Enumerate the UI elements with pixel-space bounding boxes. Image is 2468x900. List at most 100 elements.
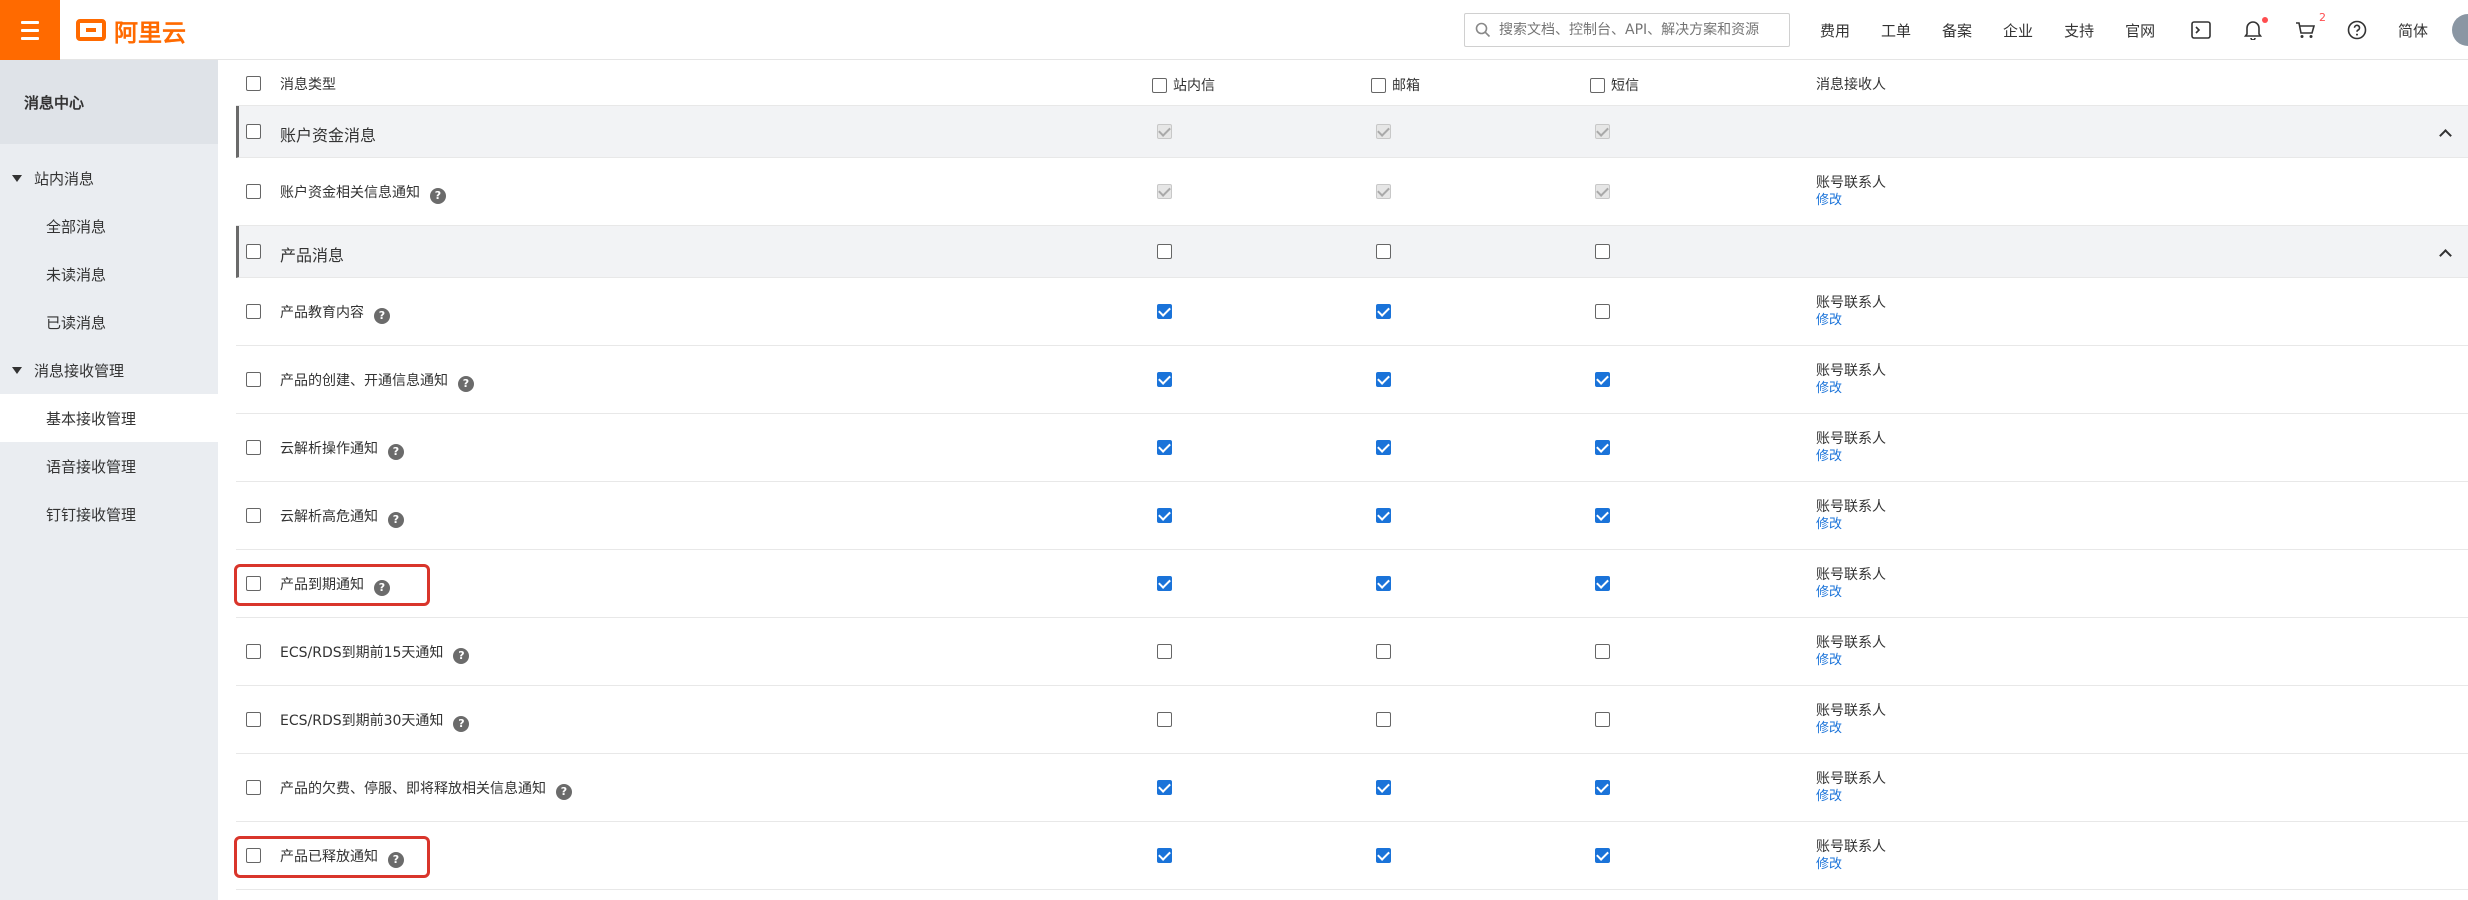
caret-down-icon <box>12 174 22 182</box>
row-select-checkbox[interactable] <box>246 304 261 319</box>
terminal-icon[interactable] <box>2190 19 2212 41</box>
sms-checkbox[interactable] <box>1595 304 1610 319</box>
sidebar-item-read[interactable]: 已读消息 <box>0 298 218 346</box>
search-input[interactable] <box>1499 22 1779 38</box>
sms-checkbox[interactable] <box>1595 508 1610 523</box>
sidebar-group-receive-settings[interactable]: 消息接收管理 <box>0 346 218 394</box>
help-icon[interactable]: ? <box>556 784 572 800</box>
edit-recipient-link[interactable]: 修改 <box>1816 856 1886 874</box>
notification-dot <box>2262 17 2268 23</box>
inbox-checkbox[interactable] <box>1157 576 1172 591</box>
message-type-label: 云解析高危通知? <box>280 506 404 528</box>
message-type-label: 云解析操作通知? <box>280 438 404 460</box>
inbox-checkbox[interactable] <box>1157 244 1172 259</box>
edit-recipient-link[interactable]: 修改 <box>1816 516 1886 534</box>
mail-checkbox[interactable] <box>1376 244 1391 259</box>
sms-all-checkbox[interactable] <box>1590 77 1605 93</box>
language-switch[interactable]: 简体 <box>2398 20 2428 41</box>
mail-checkbox[interactable] <box>1376 712 1391 727</box>
mail-checkbox[interactable] <box>1376 848 1391 863</box>
inbox-checkbox[interactable] <box>1157 372 1172 387</box>
aliyun-logo[interactable]: 阿里云 <box>76 14 186 47</box>
sms-checkbox[interactable] <box>1595 576 1610 591</box>
chevron-up-icon[interactable] <box>2440 128 2450 138</box>
sms-checkbox[interactable] <box>1595 440 1610 455</box>
row-select-checkbox[interactable] <box>246 712 261 727</box>
message-type-label: 产品教育内容? <box>280 302 390 324</box>
sms-checkbox[interactable] <box>1595 712 1610 727</box>
row-select-checkbox[interactable] <box>246 184 261 199</box>
sidebar-item-unread[interactable]: 未读消息 <box>0 250 218 298</box>
row-select-checkbox[interactable] <box>246 644 261 659</box>
inbox-checkbox[interactable] <box>1157 508 1172 523</box>
cart-icon[interactable]: 2 <box>2294 11 2326 41</box>
help-icon[interactable]: ? <box>453 716 470 732</box>
row-select-checkbox[interactable] <box>246 440 261 455</box>
sidebar-item-voice-receive[interactable]: 语音接收管理 <box>0 442 218 490</box>
sidebar-item-all-messages[interactable]: 全部消息 <box>0 202 218 250</box>
help-icon[interactable]: ? <box>388 512 404 528</box>
inbox-checkbox[interactable] <box>1157 712 1172 727</box>
edit-recipient-link[interactable]: 修改 <box>1816 788 1886 806</box>
sms-checkbox[interactable] <box>1595 848 1610 863</box>
edit-recipient-link[interactable]: 修改 <box>1816 720 1886 738</box>
edit-recipient-link[interactable]: 修改 <box>1816 380 1886 398</box>
group-row: 产品消息 <box>236 226 2468 278</box>
inbox-checkbox[interactable] <box>1157 440 1172 455</box>
table-row: 产品到期通知? 账号联系人 修改 <box>234 550 2468 618</box>
nav-tickets[interactable]: 工单 <box>1881 20 1911 41</box>
mail-checkbox[interactable] <box>1376 780 1391 795</box>
nav-official-site[interactable]: 官网 <box>2125 20 2155 41</box>
sms-checkbox[interactable] <box>1595 244 1610 259</box>
sms-checkbox[interactable] <box>1595 644 1610 659</box>
inbox-checkbox[interactable] <box>1157 304 1172 319</box>
mail-checkbox[interactable] <box>1376 440 1391 455</box>
select-all-checkbox[interactable] <box>246 76 261 91</box>
bell-icon[interactable] <box>2242 17 2268 41</box>
sidebar-item-basic-receive[interactable]: 基本接收管理 <box>0 394 218 442</box>
row-select-checkbox[interactable] <box>246 780 261 795</box>
help-icon[interactable] <box>2346 19 2368 41</box>
header-mail: 邮箱 <box>1371 75 1420 95</box>
menu-button[interactable] <box>0 0 60 60</box>
message-type-label: ECS/RDS到期前15天通知? <box>280 642 470 664</box>
nav-enterprise[interactable]: 企业 <box>2003 20 2033 41</box>
help-icon[interactable]: ? <box>388 444 404 460</box>
inbox-checkbox[interactable] <box>1157 644 1172 659</box>
row-select-checkbox[interactable] <box>246 372 261 387</box>
edit-recipient-link[interactable]: 修改 <box>1816 192 1886 210</box>
search-box[interactable] <box>1464 13 1790 47</box>
mail-checkbox[interactable] <box>1376 644 1391 659</box>
recipient-cell: 账号联系人 修改 <box>1816 174 1886 210</box>
mail-checkbox[interactable] <box>1376 372 1391 387</box>
edit-recipient-link[interactable]: 修改 <box>1816 312 1886 330</box>
help-icon[interactable]: ? <box>453 648 470 664</box>
row-select-checkbox[interactable] <box>246 508 261 523</box>
chevron-up-icon[interactable] <box>2440 248 2450 258</box>
nav-fees[interactable]: 费用 <box>1820 20 1850 41</box>
inbox-all-checkbox[interactable] <box>1152 77 1167 93</box>
inbox-checkbox[interactable] <box>1157 780 1172 795</box>
help-icon[interactable]: ? <box>458 376 474 392</box>
sidebar-group-inbox[interactable]: 站内消息 <box>0 154 218 202</box>
sms-checkbox[interactable] <box>1595 372 1610 387</box>
mail-checkbox[interactable] <box>1376 508 1391 523</box>
help-icon[interactable]: ? <box>430 188 446 204</box>
row-select-checkbox[interactable] <box>246 124 261 139</box>
sidebar-item-dingtalk-receive[interactable]: 钉钉接收管理 <box>0 490 218 538</box>
inbox-checkbox[interactable] <box>1157 848 1172 863</box>
logo-icon <box>76 19 106 41</box>
mail-all-checkbox[interactable] <box>1371 77 1386 93</box>
mail-checkbox[interactable] <box>1376 304 1391 319</box>
row-select-checkbox[interactable] <box>246 244 261 259</box>
mail-checkbox[interactable] <box>1376 576 1391 591</box>
nav-icp[interactable]: 备案 <box>1942 20 1972 41</box>
help-icon[interactable]: ? <box>374 308 390 324</box>
nav-support[interactable]: 支持 <box>2064 20 2094 41</box>
sms-checkbox[interactable] <box>1595 780 1610 795</box>
table-row: ECS/RDS到期前15天通知? 账号联系人 修改 <box>236 618 2468 686</box>
edit-recipient-link[interactable]: 修改 <box>1816 584 1886 602</box>
recipient-cell: 账号联系人 修改 <box>1816 838 1886 874</box>
edit-recipient-link[interactable]: 修改 <box>1816 448 1886 466</box>
edit-recipient-link[interactable]: 修改 <box>1816 652 1886 670</box>
